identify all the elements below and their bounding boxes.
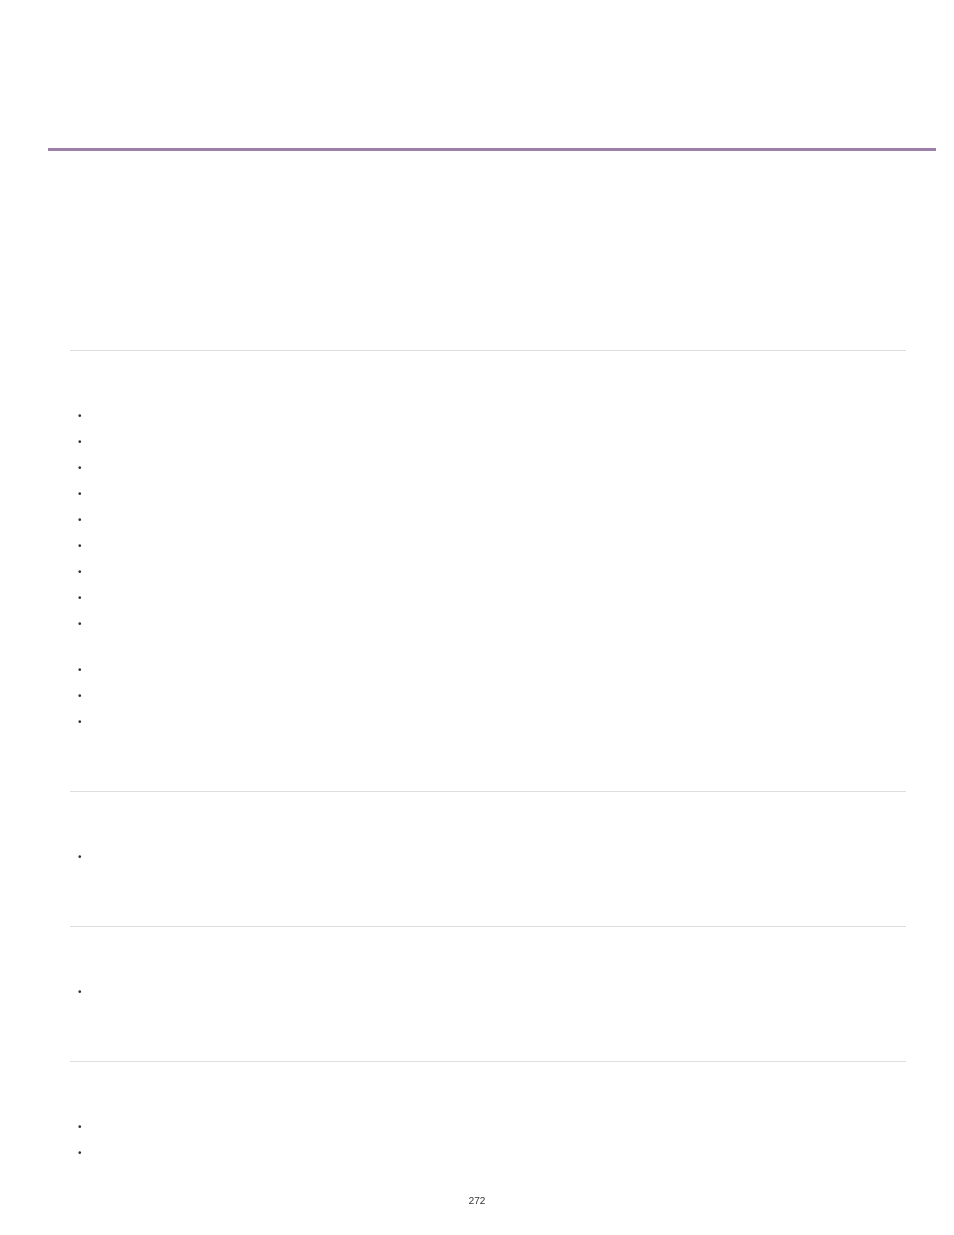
list-item (70, 717, 906, 735)
bullet-list-1 (70, 411, 906, 637)
list-item (70, 515, 906, 533)
bullet-list-2 (70, 852, 906, 870)
list-item (70, 489, 906, 507)
bullet-list-3 (70, 987, 906, 1005)
list-item (70, 567, 906, 585)
bullet-list-4 (70, 1122, 906, 1166)
list-item (70, 411, 906, 429)
header-rule (48, 148, 936, 151)
list-item (70, 987, 906, 1005)
bullet-list-1b (70, 665, 906, 735)
list-item (70, 437, 906, 455)
page-content (70, 170, 906, 1174)
list-item (70, 463, 906, 481)
page-number: 272 (0, 1196, 954, 1207)
list-item (70, 541, 906, 559)
list-item (70, 665, 906, 683)
list-item (70, 691, 906, 709)
list-item (70, 1122, 906, 1140)
list-item (70, 1148, 906, 1166)
list-item (70, 619, 906, 637)
list-item (70, 852, 906, 870)
list-item (70, 593, 906, 611)
